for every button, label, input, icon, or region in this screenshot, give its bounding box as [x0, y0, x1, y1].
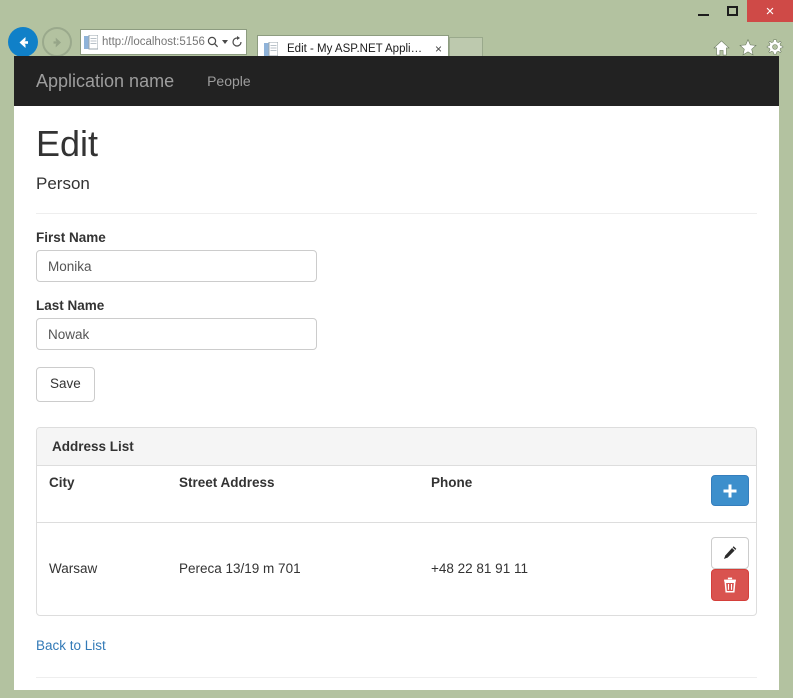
tab-close-icon[interactable]: × [435, 43, 442, 55]
browser-command-bar [713, 39, 784, 56]
address-bar-controls [205, 36, 243, 48]
title-divider [36, 213, 757, 214]
address-list-panel: Address List City Street Address Phone [36, 427, 757, 616]
back-to-list-link[interactable]: Back to List [36, 638, 106, 653]
cell-phone: +48 22 81 91 11 [421, 522, 701, 615]
favorites-star-icon[interactable] [739, 39, 757, 56]
forward-button[interactable] [42, 27, 72, 57]
page-subtitle: Person [36, 175, 757, 194]
last-name-input[interactable] [36, 318, 317, 350]
table-row: Warsaw Pereca 13/19 m 701 +48 22 81 91 1… [37, 522, 756, 615]
address-url: http://localhost:51564/F [102, 36, 205, 48]
window-controls: × [689, 0, 793, 22]
title-bar: × [0, 0, 793, 22]
address-table-body: Warsaw Pereca 13/19 m 701 +48 22 81 91 1… [37, 522, 756, 615]
first-name-label: First Name [36, 230, 757, 245]
back-button[interactable] [8, 27, 38, 57]
browser-window: × [0, 0, 793, 698]
column-header-actions [701, 466, 756, 522]
minimize-button[interactable] [689, 0, 718, 22]
close-window-button[interactable]: × [747, 0, 793, 22]
plus-icon [723, 483, 738, 498]
cell-street: Pereca 13/19 m 701 [169, 522, 421, 615]
footer-divider [36, 677, 757, 678]
tab-title: Edit - My ASP.NET Applicat... [287, 42, 427, 56]
tab-favicon-icon [264, 42, 278, 57]
table-header-row: City Street Address Phone [37, 466, 756, 522]
page-viewport: Application name People Edit Person Firs… [14, 56, 779, 690]
site-navbar: Application name People [14, 56, 779, 106]
address-list-title: Address List [52, 439, 741, 454]
edit-address-button[interactable] [711, 537, 749, 569]
page-favicon-icon [84, 35, 98, 50]
last-name-label: Last Name [36, 298, 757, 313]
column-header-phone: Phone [421, 466, 701, 522]
forward-arrow-icon [50, 35, 65, 50]
trash-icon [723, 577, 738, 593]
delete-address-button[interactable] [711, 569, 749, 601]
home-icon[interactable] [713, 40, 730, 56]
address-bar[interactable]: http://localhost:51564/F [80, 29, 247, 55]
address-text: http://localhost:51564/F [102, 35, 205, 49]
refresh-icon[interactable] [231, 36, 243, 48]
save-button[interactable]: Save [36, 367, 95, 402]
cell-city: Warsaw [37, 522, 169, 615]
maximize-button[interactable] [718, 0, 747, 22]
back-arrow-icon [15, 34, 32, 51]
page-container: Edit Person First Name Last Name Save Ad… [14, 124, 779, 690]
search-icon[interactable] [207, 36, 219, 48]
address-table-head: City Street Address Phone [37, 466, 756, 522]
cell-actions [701, 522, 756, 615]
nav-item-people[interactable]: People [192, 73, 266, 89]
address-list-panel-heading: Address List [37, 428, 756, 466]
address-table: City Street Address Phone [37, 466, 756, 615]
form-group-first-name: First Name [36, 230, 757, 282]
first-name-input[interactable] [36, 250, 317, 282]
add-address-button[interactable] [711, 475, 749, 506]
column-header-city: City [37, 466, 169, 522]
form-group-last-name: Last Name [36, 298, 757, 350]
chevron-down-icon[interactable] [222, 40, 228, 44]
settings-gear-icon[interactable] [766, 39, 784, 56]
page-title: Edit [36, 124, 757, 164]
pencil-icon [722, 545, 738, 561]
navbar-brand[interactable]: Application name [36, 71, 174, 91]
column-header-street: Street Address [169, 466, 421, 522]
